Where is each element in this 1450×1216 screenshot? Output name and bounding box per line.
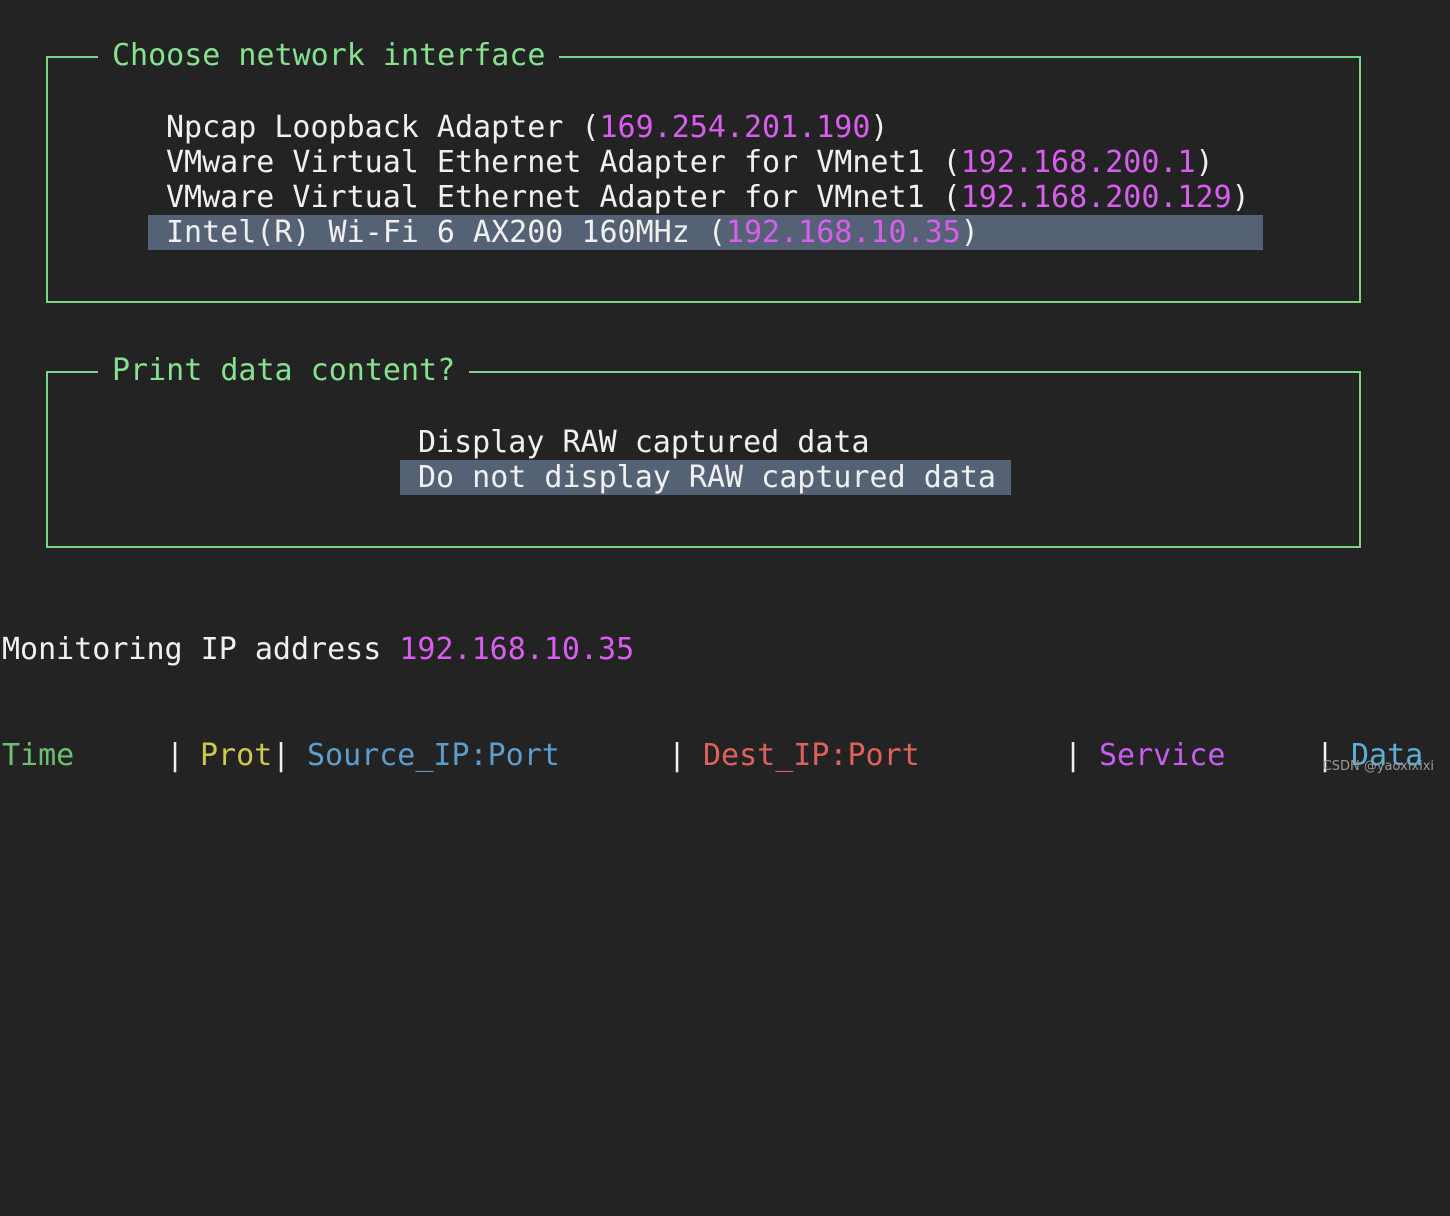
option-do-not-display-raw[interactable]: Do not display RAW captured data: [400, 460, 1011, 495]
interface-panel-title: Choose network interface: [98, 38, 560, 74]
column-service: Service: [1099, 738, 1226, 773]
interface-name: Npcap Loopback Adapter: [166, 110, 564, 145]
column-dest-ip-port: Dest_IP:Port: [703, 738, 920, 773]
interface-ip: 192.168.200.129: [960, 180, 1232, 215]
option-label: Display RAW captured data: [418, 425, 870, 460]
watermark: CSDN @yaoxixixi: [1322, 759, 1434, 774]
interface-name: VMware Virtual Ethernet Adapter for VMne…: [166, 145, 925, 180]
interface-option-vmnet1-b[interactable]: VMware Virtual Ethernet Adapter for VMne…: [148, 180, 1250, 215]
column-separator: |: [1064, 738, 1083, 773]
packet-table-header: Time | Prot | Source_IP:Port | Dest_IP:P…: [0, 736, 1450, 776]
interface-ip: 192.168.10.35: [725, 215, 961, 250]
print-data-panel-title: Print data content?: [98, 353, 470, 389]
column-separator: |: [166, 738, 185, 773]
option-label: Do not display RAW captured data: [418, 460, 996, 495]
option-display-raw[interactable]: Display RAW captured data: [400, 425, 870, 460]
interface-panel: Choose network interface Npcap Loopback …: [46, 38, 1361, 303]
monitoring-ip: 192.168.10.35: [399, 632, 635, 667]
column-separator: |: [272, 738, 291, 773]
interface-name: Intel(R) Wi-Fi 6 AX200 160MHz: [166, 215, 690, 250]
column-source-ip-port: Source_IP:Port: [307, 738, 560, 773]
monitoring-label: Monitoring IP address: [2, 632, 400, 667]
interface-option-intel-wifi[interactable]: Intel(R) Wi-Fi 6 AX200 160MHz (192.168.1…: [148, 215, 1263, 250]
interface-option-vmnet1-a[interactable]: VMware Virtual Ethernet Adapter for VMne…: [148, 145, 1214, 180]
monitoring-status: Monitoring IP address 192.168.10.35: [2, 632, 634, 668]
print-data-panel: Print data content? Display RAW captured…: [46, 353, 1361, 548]
interface-ip: 192.168.200.1: [960, 145, 1196, 180]
interface-ip: 169.254.201.190: [599, 110, 871, 145]
column-prot: Prot: [200, 738, 273, 773]
interface-option-npcap-loopback[interactable]: Npcap Loopback Adapter (169.254.201.190): [148, 110, 888, 145]
column-time: Time: [2, 738, 75, 773]
column-separator: |: [668, 738, 687, 773]
interface-name: VMware Virtual Ethernet Adapter for VMne…: [166, 180, 925, 215]
